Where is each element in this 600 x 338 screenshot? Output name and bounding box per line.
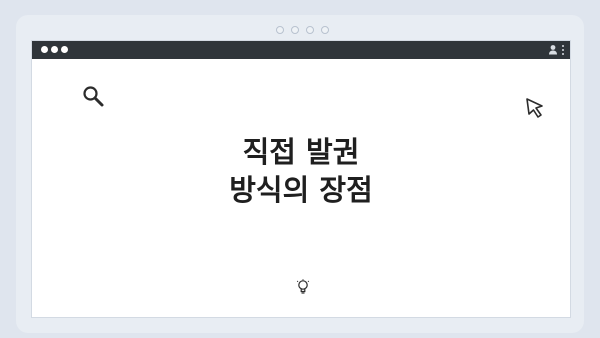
cursor-arrow-icon [526,98,543,118]
lightbulb-icon [296,279,310,294]
kebab-menu-icon[interactable] [562,44,564,55]
top-dots [276,26,329,34]
top-dot [276,26,284,34]
title-line-1: 직접 발권 [242,135,360,169]
user-icon[interactable] [548,44,558,55]
titlebar-icons [548,44,564,55]
maximize-dot[interactable] [61,46,68,53]
page-title: 직접 발권 방식의 장점 [32,133,570,209]
search-icon [83,86,104,107]
minimize-dot[interactable] [51,46,58,53]
browser-window: 직접 발권 방식의 장점 [31,40,571,318]
top-dot [291,26,299,34]
close-dot[interactable] [41,46,48,53]
top-dot [306,26,314,34]
top-dot [321,26,329,34]
window-controls [41,46,68,53]
title-bar [32,41,570,59]
title-line-2: 방식의 장점 [229,173,373,207]
